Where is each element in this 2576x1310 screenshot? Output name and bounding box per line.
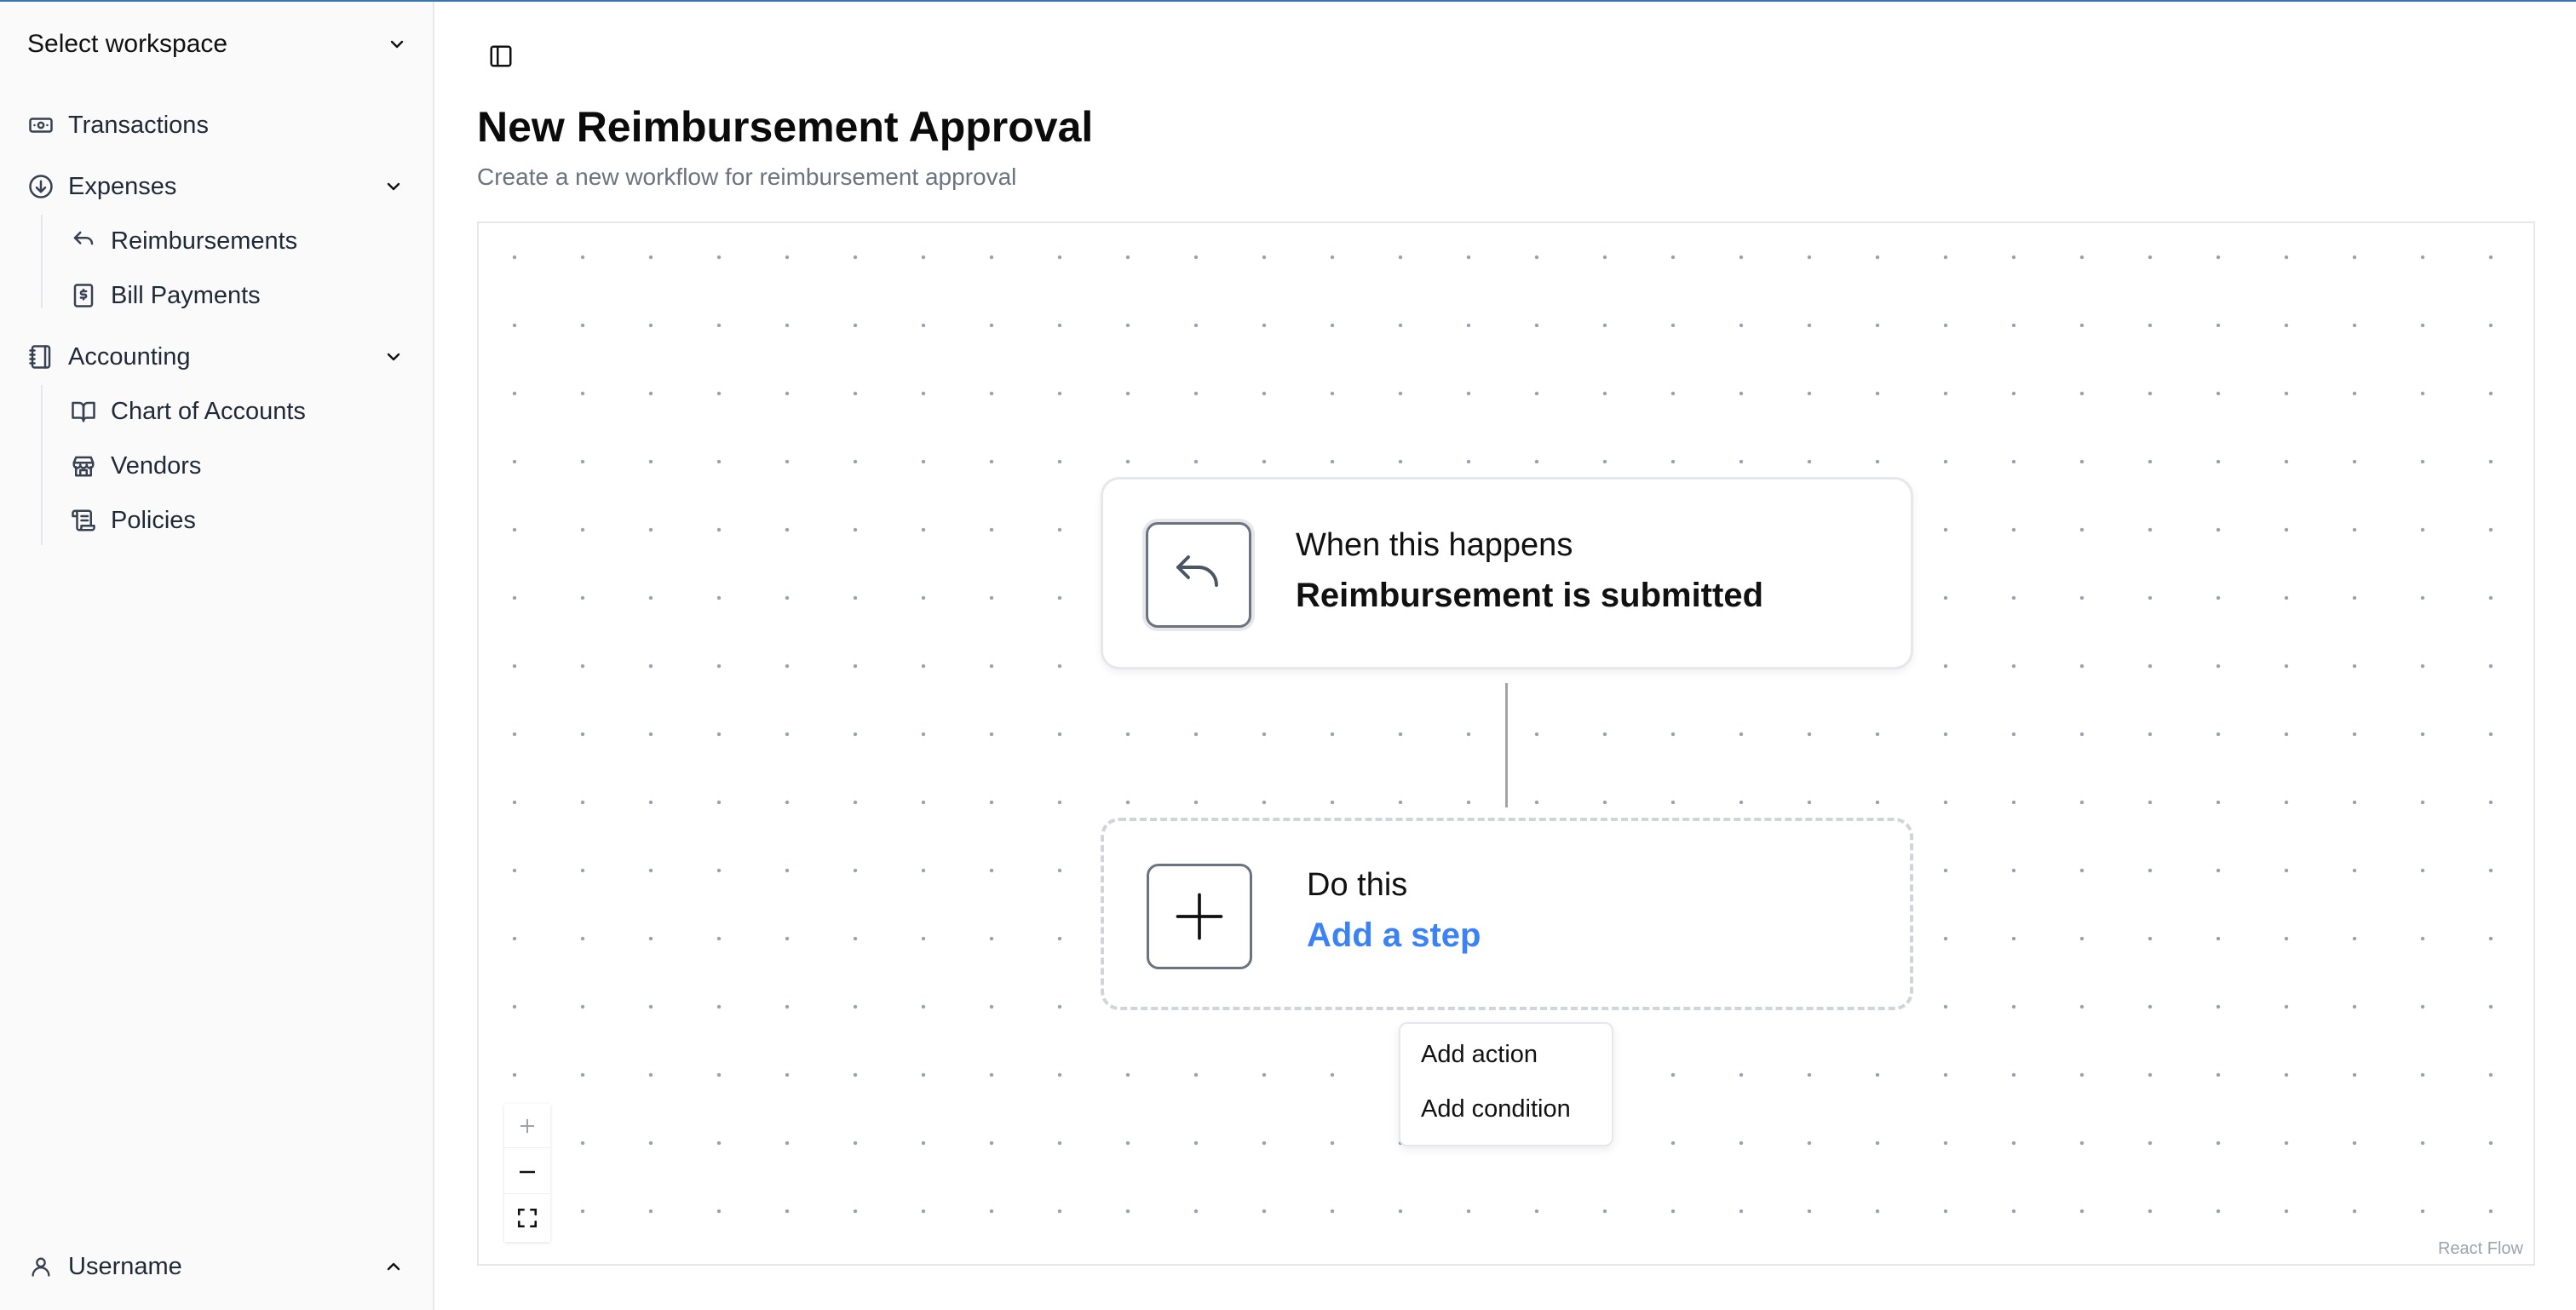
banknote-icon (27, 112, 55, 139)
sidebar-item-label: Accounting (68, 342, 191, 371)
sidebar-item-label: Bill Payments (111, 281, 261, 309)
sidebar-item-expenses[interactable]: Expenses (27, 166, 400, 207)
chevron-down-icon (390, 40, 404, 49)
workspace-label: Select workspace (27, 30, 228, 58)
user-menu[interactable]: Username (27, 1247, 407, 1286)
trigger-label: When this happens (1296, 527, 1573, 563)
menu-item-add-action[interactable]: Add action (1421, 1041, 1538, 1069)
zoom-in-button[interactable] (504, 1104, 550, 1148)
submenu-guide-line (41, 215, 43, 308)
sidebar-item-reimbursements[interactable]: Reimbursements (70, 221, 297, 261)
sidebar-item-vendors[interactable]: Vendors (70, 445, 201, 486)
user-icon (27, 1253, 55, 1280)
flow-controls (504, 1104, 550, 1242)
sidebar-toggle-button[interactable] (484, 39, 518, 73)
trigger-value: Reimbursement is submitted (1296, 577, 1764, 614)
workspace-selector[interactable]: Select workspace (27, 26, 407, 63)
trigger-node[interactable]: When this happens Reimbursement is submi… (1101, 477, 1913, 669)
sidebar-item-label: Expenses (68, 172, 177, 200)
circle-arrow-down-icon (27, 173, 55, 200)
page-title: New Reimbursement Approval (477, 103, 1094, 151)
scroll-icon (70, 507, 97, 534)
add-step-link[interactable]: Add a step (1307, 916, 1481, 955)
notebook-icon (27, 343, 55, 371)
sidebar-item-label: Chart of Accounts (111, 397, 306, 425)
sidebar-item-label: Reimbursements (111, 227, 298, 255)
receipt-dollar-icon (70, 282, 97, 309)
sidebar-item-label: Transactions (68, 111, 209, 139)
submenu-guide-line (41, 385, 43, 545)
menu-item-add-condition[interactable]: Add condition (1421, 1095, 1571, 1123)
zoom-out-button[interactable] (504, 1150, 550, 1194)
minus-icon (520, 1170, 535, 1173)
book-open-icon (70, 398, 97, 425)
chevron-down-icon[interactable] (380, 173, 407, 200)
sidebar-item-transactions[interactable]: Transactions (27, 105, 209, 146)
store-icon (70, 452, 97, 480)
chevron-down-icon[interactable] (380, 343, 407, 371)
fullscreen-icon (517, 1208, 538, 1228)
sidebar-item-policies[interactable]: Policies (70, 500, 196, 541)
sidebar-item-label: Policies (111, 506, 196, 534)
plus-icon (520, 1118, 534, 1133)
sidebar: Select workspace Transactions Expenses R… (0, 2, 434, 1310)
add-step-menu: Add action Add condition (1399, 1022, 1613, 1146)
sidebar-item-chart-of-accounts[interactable]: Chart of Accounts (70, 391, 306, 432)
undo-icon (1146, 522, 1251, 628)
action-node[interactable]: Do this Add a step (1101, 818, 1913, 1010)
chevron-up-icon (380, 1253, 407, 1280)
action-label: Do this (1307, 867, 1408, 903)
react-flow-attribution[interactable]: React Flow (2434, 1239, 2527, 1259)
sidebar-item-label: Vendors (111, 451, 202, 480)
edge-connector (1505, 683, 1508, 807)
sidebar-item-bill-payments[interactable]: Bill Payments (70, 275, 261, 316)
page-subtitle: Create a new workflow for reimbursement … (477, 164, 1017, 190)
plus-icon[interactable] (1147, 864, 1252, 969)
panel-left-icon (490, 45, 512, 67)
workflow-canvas[interactable]: When this happens Reimbursement is submi… (477, 221, 2535, 1266)
fit-view-button[interactable] (504, 1196, 550, 1240)
username-label: Username (68, 1252, 182, 1280)
undo-icon (70, 227, 97, 255)
sidebar-item-accounting[interactable]: Accounting (27, 336, 400, 377)
